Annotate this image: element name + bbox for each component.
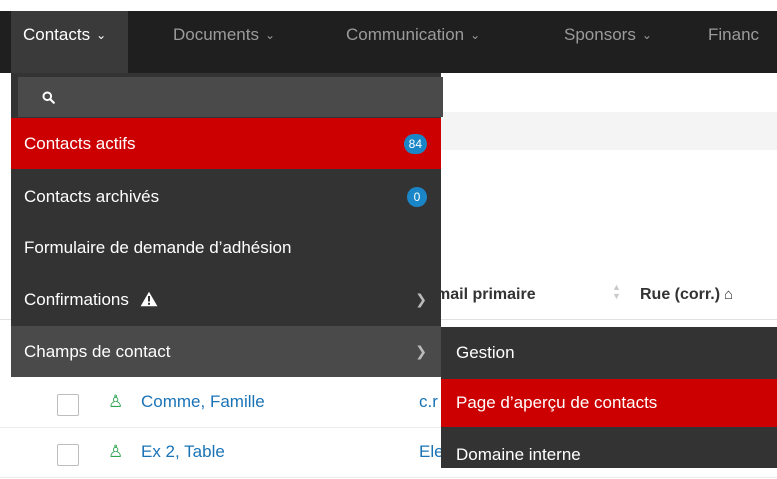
menu-item-label: Confirmations	[24, 290, 129, 309]
submenu-item-internal-domain[interactable]: Domaine interne	[441, 431, 777, 479]
contact-email-link[interactable]: c.r	[419, 392, 438, 412]
submenu-item-gestion[interactable]: Gestion	[441, 329, 777, 377]
submenu-item-label: Gestion	[456, 343, 515, 362]
person-icon: ♙	[108, 442, 124, 461]
nav-finance[interactable]: Financ	[708, 11, 759, 73]
count-badge: 84	[403, 134, 427, 154]
contacts-dropdown-menu: Contacts actifs 84 Contacts archivés 0 F…	[11, 73, 443, 377]
nav-documents-label: Documents	[173, 25, 259, 44]
menu-item-label: Contacts archivés	[24, 187, 160, 206]
column-header-email[interactable]: mail primaire	[436, 286, 536, 304]
column-header-street-label: Rue (corr.)	[640, 286, 721, 303]
nav-communication-label: Communication	[346, 25, 465, 44]
menu-item-confirmations[interactable]: Confirmations ❯	[11, 274, 441, 325]
submenu-item-label: Domaine interne	[456, 445, 581, 464]
menu-item-active-contacts[interactable]: Contacts actifs 84	[11, 118, 441, 169]
menu-item-contact-fields[interactable]: Champs de contact ❯	[11, 326, 441, 377]
chevron-down-icon: ⌄	[264, 28, 276, 42]
menu-item-label: Contacts actifs	[24, 134, 136, 153]
menu-item-archived-contacts[interactable]: Contacts archivés 0	[11, 171, 441, 222]
contact-email-link[interactable]: Ele	[419, 442, 444, 462]
chevron-right-icon: ❯	[415, 343, 427, 359]
nav-contacts[interactable]: Contacts ⌄	[11, 11, 129, 73]
row-checkbox[interactable]	[57, 394, 79, 416]
column-header-street[interactable]: Rue (corr.) ⌂	[640, 286, 733, 304]
nav-sponsors[interactable]: Sponsors ⌄	[564, 11, 652, 73]
home-icon: ⌂	[724, 286, 734, 303]
menu-item-label: Champs de contact	[24, 342, 171, 361]
contact-fields-submenu: Gestion Page d’aperçu de contacts Domain…	[441, 327, 777, 468]
count-badge: 0	[407, 187, 427, 207]
menu-item-label: Formulaire de demande d’adhésion	[24, 238, 292, 257]
top-navbar: Contacts ⌄ Documents ⌄ Communication ⌄ Spon…	[0, 11, 777, 73]
nav-sponsors-label: Sponsors	[564, 25, 636, 44]
search-icon	[42, 91, 55, 104]
page-header-strip	[440, 112, 777, 150]
contact-name-link[interactable]: Comme, Famille	[141, 392, 265, 412]
menu-search-input[interactable]	[18, 77, 443, 117]
nav-contacts-label: Contacts	[23, 25, 91, 44]
chevron-down-icon: ⌄	[641, 28, 652, 42]
warning-icon	[140, 291, 158, 307]
nav-documents[interactable]: Documents ⌄	[173, 11, 275, 73]
chevron-down-icon: ⌄	[96, 28, 107, 42]
nav-communication[interactable]: Communication ⌄	[346, 11, 480, 73]
sort-icon[interactable]: ▲ ▼	[612, 283, 621, 301]
row-checkbox[interactable]	[57, 444, 79, 466]
chevron-down-icon: ⌄	[470, 28, 481, 42]
submenu-item-label: Page d’aperçu de contacts	[456, 393, 658, 412]
person-icon: ♙	[108, 392, 124, 411]
contact-name-link[interactable]: Ex 2, Table	[141, 442, 225, 462]
submenu-item-overview-page[interactable]: Page d’aperçu de contacts	[441, 379, 777, 427]
menu-item-membership-form[interactable]: Formulaire de demande d’adhésion	[11, 222, 441, 273]
chevron-right-icon: ❯	[415, 291, 427, 307]
nav-finance-label: Financ	[708, 25, 760, 44]
